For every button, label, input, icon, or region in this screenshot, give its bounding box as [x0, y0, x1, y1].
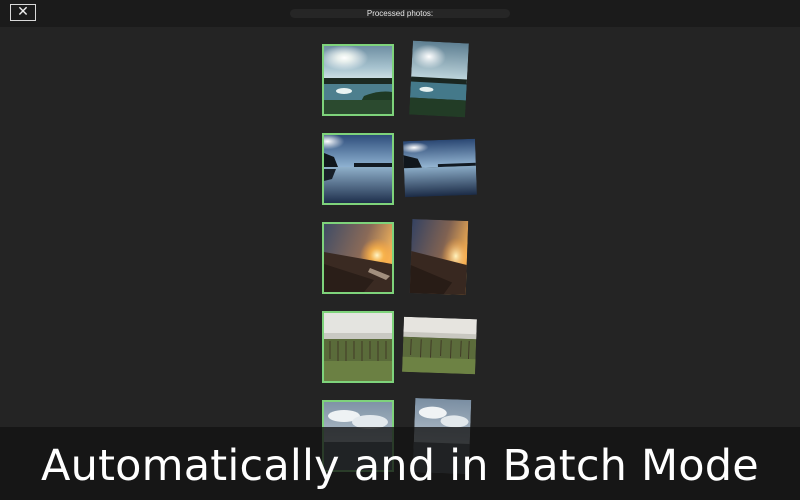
caption-text: Automatically and in Batch Mode	[41, 441, 759, 491]
corrected-photo-2[interactable]	[403, 138, 477, 198]
original-photo-4[interactable]	[322, 311, 394, 383]
original-photo-1[interactable]	[322, 44, 394, 116]
original-photo-2[interactable]	[322, 133, 394, 205]
photo-list	[0, 0, 800, 500]
corrected-photo-4[interactable]	[402, 316, 477, 375]
original-photo-3[interactable]	[322, 222, 394, 294]
app-window: ✕ Processed photos: Automatically and in…	[0, 0, 800, 500]
corrected-photo-1[interactable]	[409, 40, 469, 118]
corrected-photo-3[interactable]	[409, 219, 469, 295]
